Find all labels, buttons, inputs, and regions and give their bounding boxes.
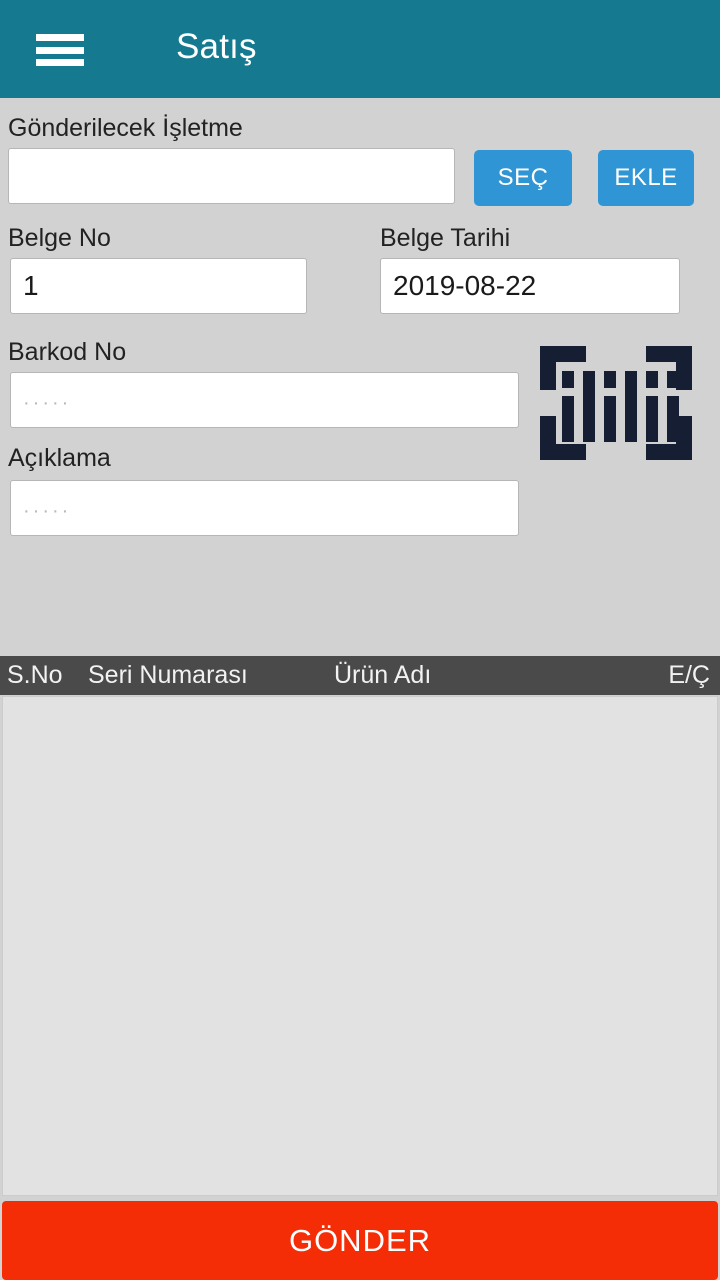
table-header: S.No Seri Numarası Ürün Adı E/Ç [0, 656, 720, 695]
app-bar: Satış [0, 0, 720, 98]
form-section: Gönderilecek İşletme SEÇ EKLE Belge No B… [0, 98, 720, 656]
column-header-sno: S.No [7, 661, 63, 689]
hamburger-bar-3 [36, 59, 84, 66]
sales-screen: Satış Gönderilecek İşletme SEÇ EKLE Belg… [0, 0, 720, 1280]
table-body[interactable] [2, 696, 718, 1196]
column-header-in-out: E/Ç [668, 661, 710, 689]
recipient-label: Gönderilecek İşletme [8, 114, 243, 142]
document-date-input[interactable] [380, 258, 680, 314]
barcode-scan-icon[interactable] [540, 346, 692, 460]
column-header-product-name: Ürün Adı [334, 661, 432, 689]
select-button[interactable]: SEÇ [474, 150, 572, 206]
description-label: Açıklama [8, 444, 111, 472]
hamburger-menu-icon[interactable] [36, 34, 84, 66]
document-no-label: Belge No [8, 224, 111, 252]
hamburger-bar-2 [36, 46, 84, 54]
submit-button[interactable]: GÖNDER [2, 1201, 718, 1280]
add-button[interactable]: EKLE [598, 150, 694, 206]
barcode-no-input[interactable] [10, 372, 519, 428]
document-date-label: Belge Tarihi [380, 224, 511, 252]
page-title: Satış [176, 27, 257, 66]
hamburger-bar-1 [36, 34, 84, 41]
column-header-serial-number: Seri Numarası [88, 661, 248, 689]
document-no-input[interactable] [10, 258, 307, 314]
recipient-input[interactable] [8, 148, 455, 204]
description-input[interactable] [10, 480, 519, 536]
barcode-no-label: Barkod No [8, 338, 127, 366]
